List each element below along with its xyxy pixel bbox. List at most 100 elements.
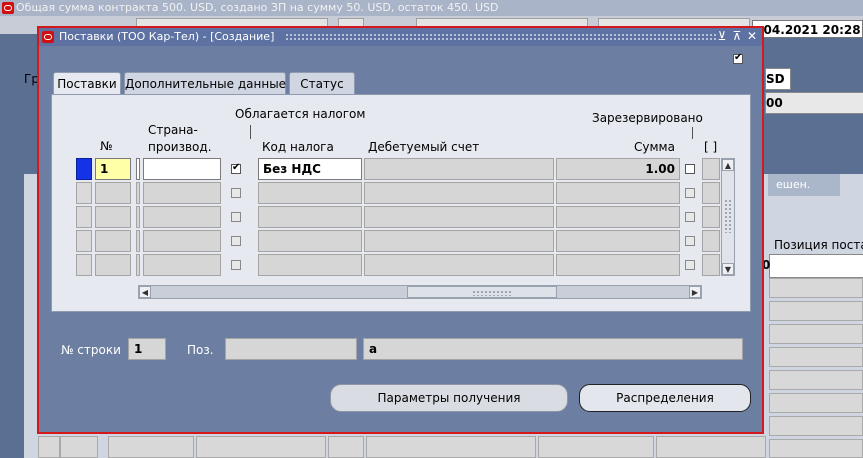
flag-field[interactable] [702,182,720,204]
tax-code-field[interactable] [258,230,362,252]
background-field-sd[interactable]: SD [765,68,791,90]
taxable-checkbox[interactable] [231,212,241,222]
reserved-checkbox[interactable] [685,188,695,198]
amount-field[interactable] [556,206,680,228]
column-header-tax-code: Код налога [262,140,334,154]
tab-status[interactable]: Статус [289,72,355,94]
deliveries-dialog: Поставки (ТОО Кар-Тел) - [Создание] ⊻ ⊼ … [37,26,764,434]
row-num-field[interactable] [95,230,131,252]
maximize-icon[interactable]: ⊼ [730,29,744,44]
background-grid-cell[interactable] [769,324,863,344]
country-field[interactable] [143,206,221,228]
tax-code-field[interactable]: Без НДС [258,158,362,180]
taxable-checkbox[interactable] [231,236,241,246]
record-indicator[interactable] [76,182,92,204]
reserved-checkbox[interactable] [685,260,695,270]
minimize-icon[interactable]: ⊻ [715,29,729,44]
debit-account-field[interactable] [364,254,554,276]
country-field[interactable] [143,158,221,180]
taxable-group-header: Облагается налогом [235,107,366,121]
reserved-checkbox[interactable] [685,212,695,222]
background-grid-cell[interactable] [769,370,863,390]
row-marker [136,206,140,228]
scroll-down-icon[interactable]: ▼ [722,263,734,275]
scroll-grip[interactable] [724,199,732,233]
extra-info-field[interactable]: а [363,338,743,360]
row-num-field[interactable] [95,206,131,228]
taxable-checkbox[interactable] [231,260,241,270]
background-grid-cell[interactable] [196,436,326,458]
row-num-field[interactable] [95,254,131,276]
background-grid-cell[interactable] [769,301,863,321]
row-marker [136,158,140,180]
background-grid-cell[interactable] [538,436,654,458]
row-num-field[interactable]: 1 [95,158,131,180]
background-field-00[interactable]: 00 [765,92,863,114]
row-number-field[interactable]: 1 [128,338,166,360]
tab-deliveries[interactable]: Поставки [53,72,121,96]
background-grid-cell[interactable] [38,436,60,458]
row-num-value: 1 [100,162,109,176]
receiving-parameters-button[interactable]: Параметры получения [330,384,568,412]
vertical-scrollbar[interactable]: ▲ ▼ [721,158,735,276]
background-grid-cell[interactable] [656,436,766,458]
record-indicator[interactable] [76,206,92,228]
country-field[interactable] [143,230,221,252]
record-indicator[interactable] [76,230,92,252]
amount-field[interactable]: 1.00 [556,158,680,180]
dialog-top-checkbox[interactable] [733,52,743,64]
reserved-checkbox[interactable] [685,164,695,174]
flag-field[interactable] [702,230,720,252]
horizontal-scroll-thumb[interactable] [407,286,557,298]
record-indicator[interactable] [76,254,92,276]
close-icon[interactable]: ✕ [745,29,759,44]
debit-account-field[interactable] [364,158,554,180]
record-indicator[interactable] [76,158,92,180]
country-field[interactable] [143,182,221,204]
debit-account-field[interactable] [364,230,554,252]
reserved-checkbox[interactable] [685,236,695,246]
background-grid-cell[interactable] [769,393,863,413]
amount-value: 1.00 [645,162,675,176]
background-datetime-field[interactable]: .04.2021 20:28:0 [752,20,863,38]
debit-account-field[interactable] [364,182,554,204]
country-field[interactable] [143,254,221,276]
row-num-field[interactable] [95,182,131,204]
tax-code-field[interactable] [258,182,362,204]
scroll-up-icon[interactable]: ▲ [722,159,734,171]
flag-field[interactable] [702,158,720,180]
scroll-left-icon[interactable]: ◀ [139,286,151,298]
position-label: Поз. [187,343,214,357]
debit-account-field[interactable] [364,206,554,228]
column-header-debit-account: Дебетуемый счет [368,140,480,154]
tax-code-field[interactable] [258,206,362,228]
tab-additional-data[interactable]: Дополнительные данные [124,72,286,94]
amount-field[interactable] [556,182,680,204]
background-grid-cell[interactable] [366,436,536,458]
background-tab[interactable]: ешен. [768,174,840,196]
flag-field[interactable] [702,254,720,276]
position-field[interactable] [225,338,357,360]
background-grid-cell[interactable] [769,347,863,367]
background-grid-cell[interactable] [769,439,863,458]
amount-field[interactable] [556,230,680,252]
horizontal-scrollbar[interactable]: ◀ ▶ [138,285,702,299]
tab-panel-deliveries: Облагается налогом Зарезервировано № Стр… [51,94,751,312]
background-grid-cell[interactable] [108,436,194,458]
background-input[interactable] [769,254,863,278]
dialog-titlebar[interactable]: Поставки (ТОО Кар-Тел) - [Создание] ⊻ ⊼ … [39,28,762,46]
scroll-right-icon[interactable]: ▶ [689,286,701,298]
distributions-button[interactable]: Распределения [579,384,751,412]
tax-code-field[interactable] [258,254,362,276]
background-window-title: Общая сумма контракта 500. USD, создано … [16,1,499,14]
column-header-flag: [ ] [704,140,718,154]
taxable-checkbox[interactable] [231,188,241,198]
amount-field[interactable] [556,254,680,276]
taxable-checkbox[interactable] [231,162,241,174]
flag-field[interactable] [702,206,720,228]
background-grid-cell[interactable] [60,436,98,458]
background-grid-cell[interactable] [328,436,364,458]
background-grid-cell[interactable] [769,278,863,298]
oracle-logo-icon [2,2,14,14]
background-grid-cell[interactable] [769,416,863,436]
